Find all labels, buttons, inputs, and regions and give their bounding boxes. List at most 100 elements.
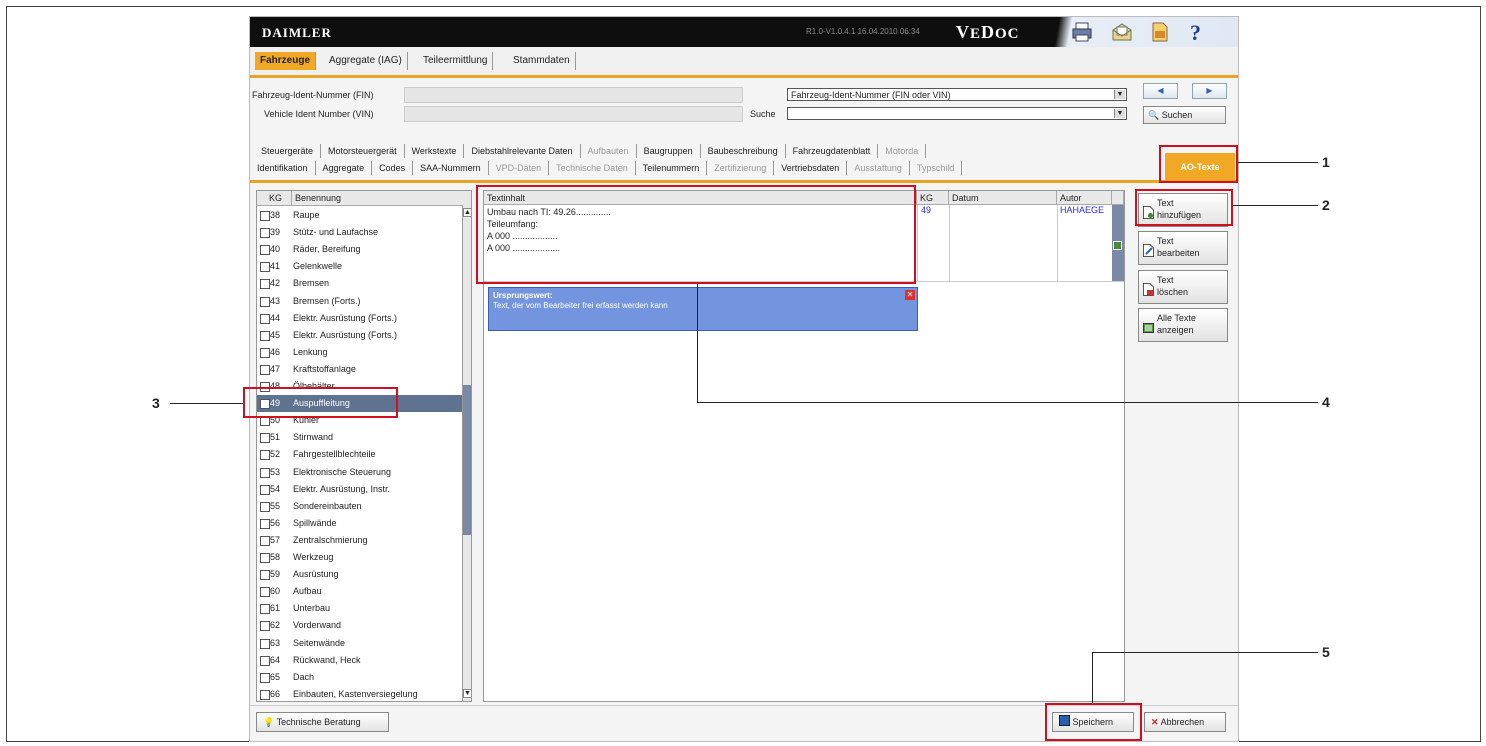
kg-list-item[interactable]: 43 Bremsen (Forts.): [257, 293, 462, 310]
checkbox[interactable]: [260, 604, 270, 615]
kg-list-scrollbar[interactable]: ▲ ▼: [462, 205, 471, 701]
subtab-identifikation[interactable]: Identifikation: [250, 161, 316, 175]
kg-list-item[interactable]: 47 Kraftstoffanlage: [257, 361, 462, 378]
scroll-down-icon[interactable]: ▼: [463, 689, 471, 698]
kg-list-item[interactable]: 52 Fahrgestellblechteile: [257, 446, 462, 463]
subtab-vertriebsdaten[interactable]: Vertriebsdaten: [774, 161, 848, 175]
previous-button[interactable]: ◀: [1143, 83, 1178, 99]
scroll-thumb[interactable]: [463, 385, 471, 535]
note-icon[interactable]: [1113, 241, 1122, 250]
checkbox[interactable]: [260, 638, 270, 649]
checkbox[interactable]: [260, 347, 270, 358]
mail-icon[interactable]: [1110, 20, 1134, 44]
kg-list-item[interactable]: 61 Unterbau: [257, 600, 462, 617]
subtab-teilenummern[interactable]: Teilenummern: [636, 161, 708, 175]
checkbox[interactable]: [260, 450, 270, 461]
tab-teileermittlung[interactable]: Teileermittlung: [418, 52, 494, 70]
kg-list-item[interactable]: 54 Elektr. Ausrüstung, Instr.: [257, 481, 462, 498]
kg-list-item[interactable]: 66 Einbauten, Kastenversiegelung: [257, 686, 462, 701]
checkbox[interactable]: [260, 313, 270, 324]
edit-text-button[interactable]: Text bearbeiten: [1138, 231, 1228, 265]
subtab-baugruppen[interactable]: Baugruppen: [637, 144, 701, 158]
document-icon[interactable]: [1148, 20, 1172, 44]
subtab-baubeschreibung[interactable]: Baubeschreibung: [701, 144, 786, 158]
subtab-diebstahlrelevante-daten[interactable]: Diebstahlrelevante Daten: [464, 144, 581, 158]
kg-list-item[interactable]: 60 Aufbau: [257, 583, 462, 600]
checkbox[interactable]: [260, 330, 270, 341]
fin-field[interactable]: [404, 87, 743, 103]
kg-list-item[interactable]: 45 Elektr. Ausrüstung (Forts.): [257, 327, 462, 344]
printer-icon[interactable]: [1070, 20, 1094, 44]
checkbox[interactable]: [260, 433, 270, 444]
tab-fahrzeuge[interactable]: Fahrzeuge: [255, 52, 317, 70]
checkbox[interactable]: [260, 262, 270, 273]
checkbox[interactable]: [260, 501, 270, 512]
kg-list-item[interactable]: 56 Spillwände: [257, 515, 462, 532]
technical-advice-button[interactable]: 💡 Technische Beratung: [256, 712, 389, 732]
kg-list-item[interactable]: 44 Elektr. Ausrüstung (Forts.): [257, 310, 462, 327]
checkbox[interactable]: [260, 553, 270, 563]
checkbox[interactable]: [260, 655, 270, 666]
checkbox[interactable]: [260, 364, 270, 375]
subtab-werkstexte[interactable]: Werkstexte: [405, 144, 465, 158]
checkbox[interactable]: [260, 228, 270, 239]
subtab-saa-nummern[interactable]: SAA-Nummern: [413, 161, 489, 175]
subtab-motorsteuergerät[interactable]: Motorsteuergerät: [321, 144, 405, 158]
kg-list-item[interactable]: 51 Stirnwand: [257, 429, 462, 446]
checkbox[interactable]: [260, 518, 270, 529]
subtab-steuergeräte[interactable]: Steuergeräte: [254, 144, 322, 158]
kg-list-item[interactable]: 59 Ausrüstung: [257, 566, 462, 583]
kg-list-item[interactable]: 41 Gelenkwelle: [257, 258, 462, 275]
checkbox[interactable]: [260, 621, 270, 632]
checkbox[interactable]: [260, 484, 270, 495]
checkbox[interactable]: [260, 211, 270, 221]
scroll-up-icon[interactable]: ▲: [463, 208, 471, 217]
show-all-texts-button[interactable]: Alle Texte anzeigen: [1138, 308, 1228, 342]
kg-number: 57: [270, 534, 281, 545]
subtab-motorda[interactable]: Motorda: [878, 144, 927, 158]
cancel-button[interactable]: ✕ Abbrechen: [1144, 712, 1226, 732]
kg-list-item[interactable]: 38 Raupe: [257, 207, 462, 224]
search-button[interactable]: 🔍 Suchen: [1143, 106, 1226, 124]
help-icon[interactable]: ?: [1186, 20, 1210, 44]
suche-select[interactable]: ▼: [787, 107, 1127, 120]
checkbox[interactable]: [260, 296, 270, 307]
subtab-fahrzeugdatenblatt[interactable]: Fahrzeugdatenblatt: [786, 144, 879, 158]
ident-type-select[interactable]: Fahrzeug-Ident-Nummer (FIN oder VIN) ▼: [787, 88, 1127, 101]
close-icon[interactable]: ✕: [905, 290, 915, 300]
delete-text-button[interactable]: Text löschen: [1138, 270, 1228, 304]
checkbox[interactable]: [260, 279, 270, 290]
kg-list-item[interactable]: 55 Sondereinbauten: [257, 498, 462, 515]
kg-list-item[interactable]: 39 Stütz- und Laufachse: [257, 224, 462, 241]
tab-stammdaten[interactable]: Stammdaten: [508, 52, 576, 70]
subtab-technische-daten[interactable]: Technische Daten: [549, 161, 636, 175]
subtab-ausstattung[interactable]: Ausstattung: [847, 161, 910, 175]
subtab-codes[interactable]: Codes: [372, 161, 414, 175]
kg-list-item[interactable]: 57 Zentralschmierung: [257, 532, 462, 549]
kg-list-item[interactable]: 63 Seitenwände: [257, 635, 462, 652]
kg-list-item[interactable]: 65 Dach: [257, 669, 462, 686]
kg-list-item[interactable]: 40 Räder, Bereifung: [257, 241, 462, 258]
kg-list-item[interactable]: 42 Bremsen: [257, 275, 462, 292]
kg-list-item[interactable]: 62 Vorderwand: [257, 617, 462, 634]
tab-aggregate[interactable]: Aggregate (IAG): [324, 52, 408, 70]
checkbox[interactable]: [260, 535, 270, 546]
subtab-aggregate[interactable]: Aggregate: [316, 161, 373, 175]
autor-header: Autor: [1057, 191, 1112, 205]
kg-list-item[interactable]: 46 Lenkung: [257, 344, 462, 361]
checkbox[interactable]: [260, 570, 270, 581]
subtab-zertifizierung[interactable]: Zertifizierung: [707, 161, 775, 175]
kg-list-item[interactable]: 64 Rückwand, Heck: [257, 652, 462, 669]
kg-list-item[interactable]: 53 Elektronische Steuerung: [257, 464, 462, 481]
subtab-vpd-daten[interactable]: VPD-Daten: [489, 161, 550, 175]
subtab-aufbauten[interactable]: Aufbauten: [581, 144, 637, 158]
checkbox[interactable]: [260, 467, 270, 478]
checkbox[interactable]: [260, 672, 270, 683]
next-button[interactable]: ▶: [1192, 83, 1227, 99]
kg-list-item[interactable]: 58 Werkzeug: [257, 549, 462, 566]
checkbox[interactable]: [260, 689, 270, 700]
checkbox[interactable]: [260, 587, 270, 598]
vin-field[interactable]: [404, 106, 743, 122]
checkbox[interactable]: [260, 245, 270, 256]
subtab-typschild[interactable]: Typschild: [910, 161, 963, 175]
